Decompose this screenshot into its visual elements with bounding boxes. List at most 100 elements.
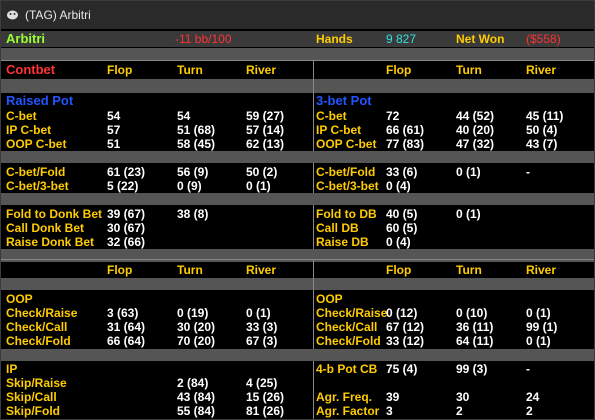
col-river-left: River — [246, 63, 277, 77]
stat-value: - — [526, 165, 530, 179]
stat-value: 2 (84) — [177, 376, 209, 390]
stat-value: 99 (3) — [456, 362, 488, 376]
stat-value: 39 — [386, 390, 400, 404]
stat-value: 61 (23) — [107, 165, 146, 179]
stat-value: 0 (4) — [386, 179, 411, 193]
hud-popup-window: (TAG) Arbitri Arbitri -11 bb/100 Hands 9… — [0, 0, 595, 420]
stat-value: 30 (20) — [177, 320, 216, 334]
stat-label: Check/Fold — [316, 334, 381, 348]
stat-value: 57 — [107, 123, 121, 137]
stat-label: Check/Call — [6, 320, 68, 334]
col2-turn-right: Turn — [456, 263, 482, 277]
col2-turn-left: Turn — [177, 263, 203, 277]
stat-label: Agr. Freq. — [316, 390, 373, 404]
spacer-band — [1, 79, 594, 93]
stat-value: 0 (1) — [526, 334, 551, 348]
stat-value: 32 (66) — [107, 235, 146, 249]
column-divider — [313, 259, 314, 419]
stat-value: 99 (1) — [526, 320, 558, 334]
stat-value: 60 (5) — [386, 221, 418, 235]
stat-value: 50 (2) — [246, 165, 278, 179]
oop-title-left: OOP — [6, 292, 33, 306]
stat-value: 33 (12) — [386, 334, 425, 348]
stat-label: Skip/Call — [6, 390, 57, 404]
col-flop-right: Flop — [386, 63, 412, 77]
netwon-label: Net Won — [456, 32, 505, 46]
stat-value: 44 (52) — [456, 109, 495, 123]
stat-value: 24 — [526, 390, 540, 404]
stat-value: 2 — [526, 404, 533, 418]
stat-value: 30 (67) — [107, 221, 146, 235]
stat-value: 0 (1) — [526, 306, 551, 320]
stat-value: 50 (4) — [526, 123, 558, 137]
stat-value: 67 (3) — [246, 334, 278, 348]
stat-label: C-bet/3-bet — [6, 179, 69, 193]
stat-label: C-bet — [6, 109, 37, 123]
col-turn-left: Turn — [177, 63, 203, 77]
player-name: Arbitri — [6, 31, 45, 46]
col-flop-left: Flop — [107, 63, 133, 77]
oop-title-right: OOP — [316, 292, 343, 306]
stat-value: 47 (32) — [456, 137, 495, 151]
stat-label: Raise Donk Bet — [6, 235, 95, 249]
stat-value: 0 (1) — [246, 306, 271, 320]
stat-value: 51 (68) — [177, 123, 216, 137]
stat-value: 30 — [456, 390, 470, 404]
stat-value: 31 (64) — [107, 320, 146, 334]
spacer-band — [1, 249, 594, 258]
stat-value: 33 (6) — [386, 165, 418, 179]
stat-value: 57 (14) — [246, 123, 285, 137]
stat-value: 15 (26) — [246, 390, 285, 404]
stat-label: Call DB — [316, 221, 359, 235]
col-turn-right: Turn — [456, 63, 482, 77]
stat-value: 58 (45) — [177, 137, 216, 151]
stat-value: 0 (9) — [177, 179, 202, 193]
stat-label: C-bet/3-bet — [316, 179, 379, 193]
stat-value: 0 (12) — [386, 306, 418, 320]
stat-label: IP C-bet — [316, 123, 362, 137]
stat-value: 43 (7) — [526, 137, 558, 151]
stat-label: Fold to DB — [316, 207, 377, 221]
spacer-band — [1, 278, 594, 290]
netwon-value: ($558) — [526, 32, 561, 46]
stat-label: Check/Call — [316, 320, 378, 334]
stat-value: 0 (1) — [456, 207, 481, 221]
stat-value: 0 (1) — [246, 179, 271, 193]
stat-label: Raise DB — [316, 235, 369, 249]
stat-label: C-bet/Fold — [316, 165, 376, 179]
stat-label: Check/Raise — [6, 306, 78, 320]
col-river-right: River — [526, 63, 557, 77]
title-bar[interactable]: (TAG) Arbitri — [1, 1, 594, 29]
stat-value: 66 (64) — [107, 334, 146, 348]
stat-value: 3 — [386, 404, 393, 418]
raised-pot-title: Raised Pot — [6, 93, 74, 108]
stat-value: 45 (11) — [526, 109, 564, 123]
stat-value: 54 — [107, 109, 121, 123]
stat-value: 33 (3) — [246, 320, 278, 334]
hands-value: 9 827 — [386, 32, 417, 46]
stat-label: Call Donk Bet — [6, 221, 85, 235]
stat-value: 55 (84) — [177, 404, 216, 418]
section-divider — [1, 259, 594, 260]
stat-value: 5 (22) — [107, 179, 139, 193]
stat-value: 66 (61) — [386, 123, 425, 137]
stat-value: 0 (1) — [456, 165, 481, 179]
stat-value: 0 (19) — [177, 306, 209, 320]
stat-value: 81 (26) — [246, 404, 285, 418]
stat-value: 40 (5) — [386, 207, 418, 221]
3bet-pot-title: 3-bet Pot — [316, 93, 372, 108]
stat-label: 4-b Pot CB — [316, 362, 378, 376]
spacer-band — [1, 151, 594, 163]
hands-label: Hands — [316, 32, 353, 46]
stat-value: 77 (83) — [386, 137, 425, 151]
stat-label: IP C-bet — [6, 123, 52, 137]
header-band — [1, 31, 594, 47]
stat-value: 75 (4) — [386, 362, 418, 376]
stat-value: 59 (27) — [246, 109, 285, 123]
app-icon — [7, 10, 18, 20]
stat-label: Fold to Donk Bet — [6, 207, 102, 221]
stat-value: 0 (10) — [456, 306, 488, 320]
stat-value: 36 (11) — [456, 320, 494, 334]
stat-value: - — [526, 362, 530, 376]
col2-river-right: River — [526, 263, 557, 277]
